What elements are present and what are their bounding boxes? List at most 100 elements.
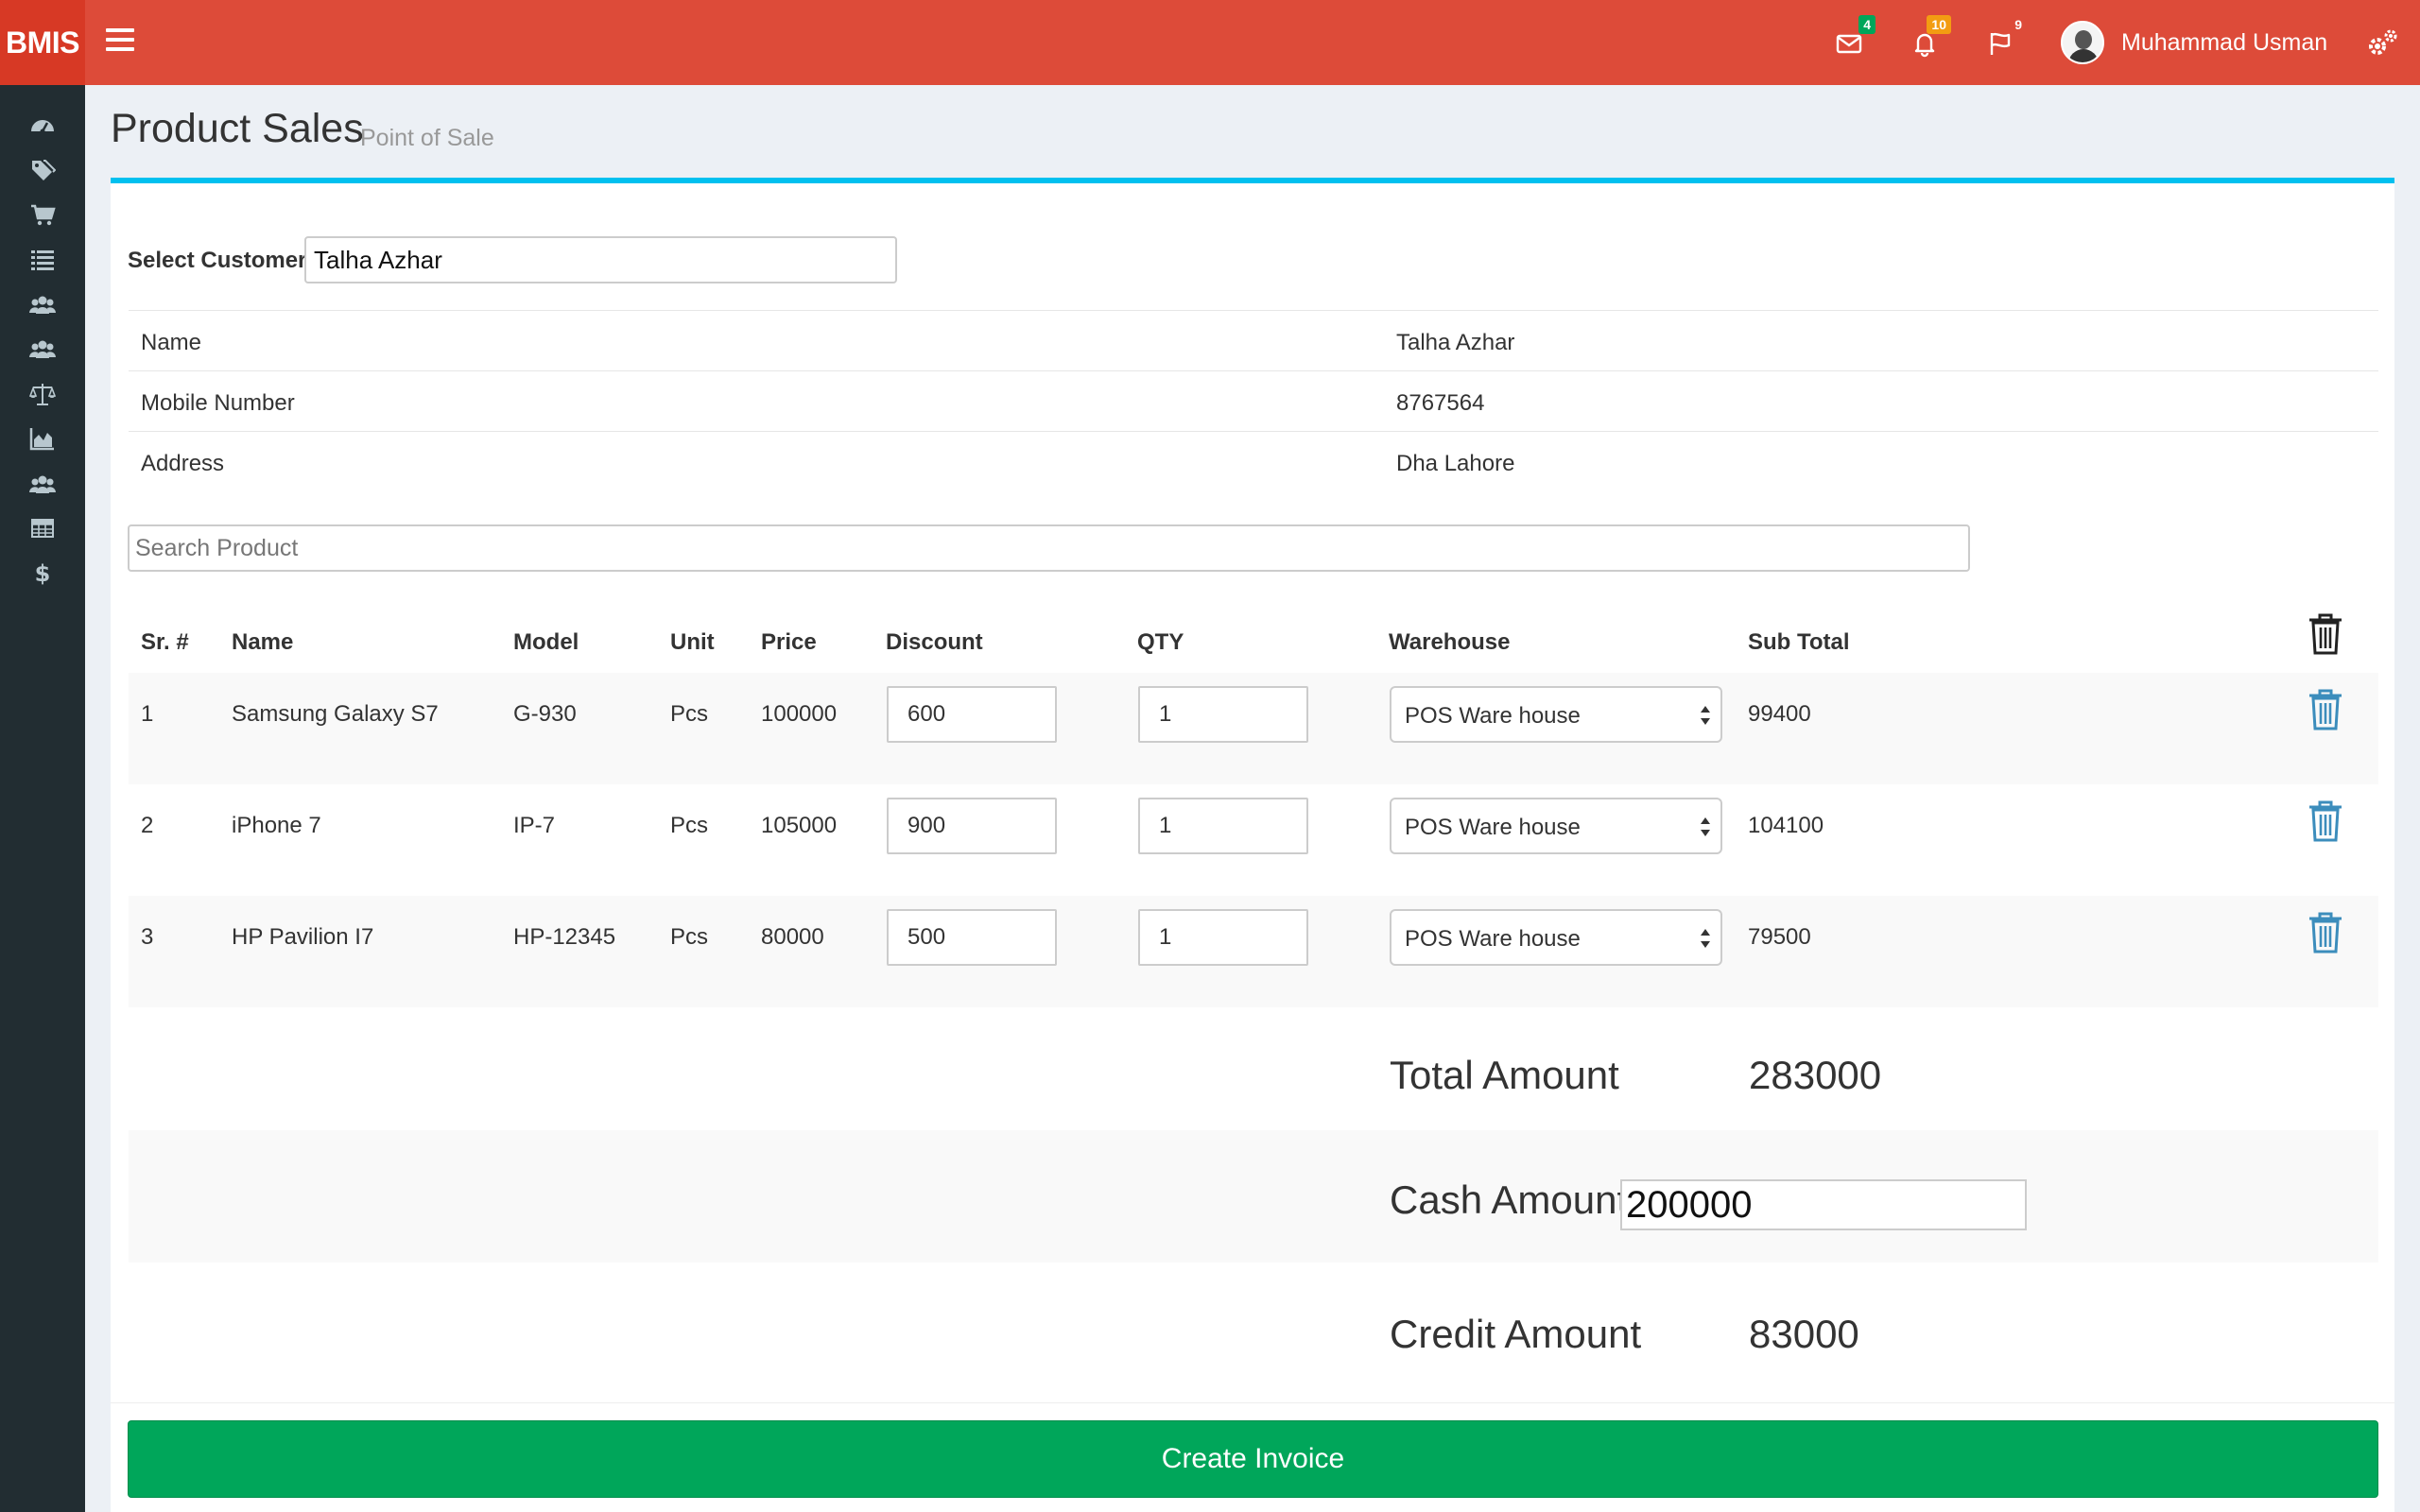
avatar: [2061, 21, 2104, 64]
users-icon: [29, 475, 56, 493]
dollar-icon: $: [35, 560, 51, 586]
col-header-sr: Sr. #: [141, 629, 189, 655]
row-subtotal: 79500: [1748, 924, 1811, 950]
warehouse-select[interactable]: POS Ware house: [1390, 686, 1722, 743]
table-icon: [31, 519, 54, 538]
row-model: HP-12345: [513, 924, 616, 950]
col-header-warehouse: Warehouse: [1389, 629, 1511, 655]
row-name: iPhone 7: [232, 813, 321, 838]
discount-input[interactable]: [887, 909, 1057, 966]
notifications-badge: 10: [1927, 15, 1951, 34]
total-amount-label: Total Amount: [1390, 1053, 1619, 1097]
cash-amount-row: Cash Amount: [129, 1130, 2378, 1263]
qty-input[interactable]: [1138, 909, 1308, 966]
area-chart-icon: [29, 428, 54, 451]
col-header-name: Name: [232, 629, 294, 655]
total-amount-value: 283000: [1749, 1053, 1882, 1097]
row-unit: Pcs: [670, 924, 709, 950]
row-unit: Pcs: [670, 701, 709, 727]
warehouse-select-value: POS Ware house: [1405, 815, 1581, 840]
remove-row-button[interactable]: [2307, 688, 2344, 731]
col-header-qty: QTY: [1137, 629, 1184, 655]
detail-value: Dha Lahore: [1396, 451, 1515, 476]
tasks-button[interactable]: 9: [1979, 17, 2022, 64]
row-price: 80000: [761, 924, 824, 950]
page-subtitle: Point of Sale: [360, 125, 494, 151]
row-price: 100000: [761, 701, 838, 727]
row-price: 105000: [761, 813, 838, 838]
users-icon: [29, 296, 56, 314]
trash-icon: [2309, 689, 2342, 730]
trash-icon: [2309, 613, 2342, 655]
clear-all-button[interactable]: [2307, 612, 2344, 656]
customer-select-input[interactable]: [304, 236, 897, 284]
trash-icon: [2309, 800, 2342, 842]
remove-row-button[interactable]: [2307, 911, 2344, 954]
col-header-discount: Discount: [886, 629, 983, 655]
brand-logo[interactable]: BMIS: [0, 0, 85, 85]
customer-name-row: Name Talha Azhar: [129, 310, 2378, 370]
row-sr: 1: [141, 701, 154, 727]
select-customer-label: Select Customer: [128, 248, 307, 273]
customer-address-row: Address Dha Lahore: [129, 431, 2378, 491]
list-icon: [31, 250, 54, 270]
row-unit: Pcs: [670, 813, 709, 838]
total-amount-row: Total Amount 283000: [129, 1007, 2378, 1130]
divider: [111, 1402, 2394, 1403]
dashboard-icon: [31, 120, 54, 134]
select-arrows-icon: [1701, 706, 1710, 725]
warehouse-select-value: POS Ware house: [1405, 703, 1581, 729]
table-row: 2 iPhone 7 IP-7 Pcs 105000 POS Ware hous…: [129, 784, 2378, 896]
row-subtotal: 104100: [1748, 813, 1824, 838]
row-name: Samsung Galaxy S7: [232, 701, 439, 727]
credit-amount-row: Credit Amount 83000: [129, 1263, 2378, 1395]
settings-button[interactable]: [2363, 25, 2401, 62]
row-sr: 2: [141, 813, 154, 838]
warehouse-select[interactable]: POS Ware house: [1390, 798, 1722, 854]
col-header-model: Model: [513, 629, 579, 655]
table-row: 3 HP Pavilion I7 HP-12345 Pcs 80000 POS …: [129, 896, 2378, 1007]
user-name: Muhammad Usman: [2121, 28, 2328, 56]
messages-badge: 4: [1858, 15, 1876, 34]
row-model: IP-7: [513, 813, 556, 838]
page-title: Product Sales: [111, 106, 364, 151]
gears-icon: [2369, 29, 2397, 55]
sidebar-toggle-button[interactable]: [106, 28, 134, 55]
select-arrows-icon: [1701, 817, 1710, 836]
remove-row-button[interactable]: [2307, 799, 2344, 843]
tags-icon: [32, 160, 56, 180]
col-header-price: Price: [761, 629, 817, 655]
warehouse-select-value: POS Ware house: [1405, 926, 1581, 952]
warehouse-select[interactable]: POS Ware house: [1390, 909, 1722, 966]
detail-key: Name: [141, 330, 202, 355]
cash-amount-label: Cash Amount: [1390, 1177, 1629, 1222]
svg-text:$: $: [35, 560, 51, 586]
row-sr: 3: [141, 924, 154, 950]
detail-key: Address: [141, 451, 225, 476]
col-header-unit: Unit: [670, 629, 715, 655]
tasks-badge: 9: [2014, 17, 2022, 32]
sidebar-item-payments[interactable]: $: [0, 544, 85, 601]
top-navbar: BMIS 4 10 9 Muhammad Usman: [0, 0, 2420, 85]
qty-input[interactable]: [1138, 798, 1308, 854]
detail-key: Mobile Number: [141, 390, 295, 416]
qty-input[interactable]: [1138, 686, 1308, 743]
col-header-subtotal: Sub Total: [1748, 629, 1850, 655]
trash-icon: [2309, 912, 2342, 954]
cart-icon: [31, 204, 56, 226]
discount-input[interactable]: [887, 686, 1057, 743]
balance-scale-icon: [29, 384, 56, 405]
detail-value: Talha Azhar: [1396, 330, 1515, 355]
select-arrows-icon: [1701, 929, 1710, 948]
create-invoice-button[interactable]: Create Invoice: [128, 1420, 2378, 1498]
table-row: 1 Samsung Galaxy S7 G-930 Pcs 100000 POS…: [129, 673, 2378, 784]
product-search-input[interactable]: [128, 524, 1970, 572]
notifications-button[interactable]: 10: [1904, 15, 1951, 64]
cash-amount-input[interactable]: [1620, 1179, 2027, 1230]
credit-amount-label: Credit Amount: [1390, 1312, 1642, 1356]
discount-input[interactable]: [887, 798, 1057, 854]
user-menu[interactable]: Muhammad Usman: [2061, 21, 2327, 64]
messages-button[interactable]: 4: [1828, 15, 1876, 64]
row-name: HP Pavilion I7: [232, 924, 374, 950]
row-subtotal: 99400: [1748, 701, 1811, 727]
